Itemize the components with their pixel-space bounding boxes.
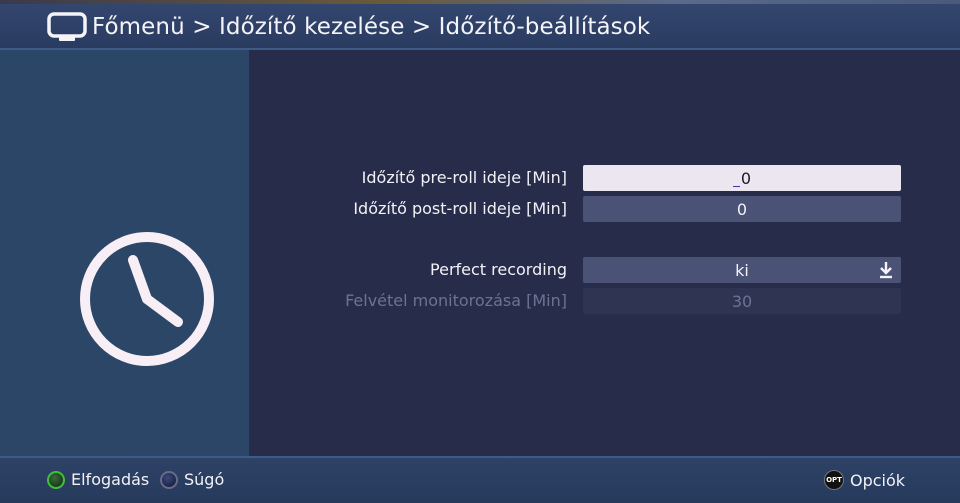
help-button[interactable]: Súgó [160, 470, 224, 489]
side-panel [0, 50, 249, 456]
preroll-input[interactable]: 0 [583, 165, 901, 191]
perfect-recording-dropdown[interactable]: ki [583, 257, 901, 283]
setting-label: Felvétel monitorozása [Min] [345, 291, 567, 310]
accept-button[interactable]: Elfogadás [47, 470, 149, 489]
arrow-down-icon [880, 262, 892, 279]
monitoring-input: 30 [583, 288, 901, 314]
setting-row-preroll: Időzítő pre-roll ideje [Min] 0 [249, 165, 960, 191]
options-button[interactable]: OPT Opciók [824, 470, 905, 490]
setting-label: Időzítő pre-roll ideje [Min] [361, 168, 567, 187]
help-label: Súgó [184, 470, 225, 489]
setting-value: 0 [740, 168, 752, 188]
setting-value: 30 [731, 291, 753, 311]
blue-button-icon [160, 470, 178, 489]
postroll-input[interactable]: 0 [583, 196, 901, 222]
setting-value: 0 [736, 199, 748, 219]
text-cursor [732, 170, 740, 187]
setting-row-monitoring: Felvétel monitorozása [Min] 30 [249, 288, 960, 314]
accept-label: Elfogadás [71, 470, 150, 489]
tv-icon [47, 12, 87, 41]
header-bar: Főmenü > Időzítő kezelése > Időzítő-beál… [0, 4, 960, 50]
opt-button-icon: OPT [824, 470, 844, 490]
clock-icon [80, 232, 214, 366]
setting-value: ki [735, 260, 749, 280]
setting-label: Időzítő post-roll ideje [Min] [353, 199, 567, 218]
footer-bar: Elfogadás Súgó OPT Opciók [0, 456, 960, 503]
options-label: Opciók [850, 470, 906, 490]
setting-row-postroll: Időzítő post-roll ideje [Min] 0 [249, 196, 960, 222]
setting-label: Perfect recording [430, 260, 567, 279]
breadcrumb: Főmenü > Időzítő kezelése > Időzítő-beál… [92, 14, 651, 40]
green-button-icon [47, 470, 65, 489]
settings-panel: Időzítő pre-roll ideje [Min] 0 Időzítő p… [249, 50, 960, 456]
setting-row-perfect-recording: Perfect recording ki [249, 257, 960, 283]
